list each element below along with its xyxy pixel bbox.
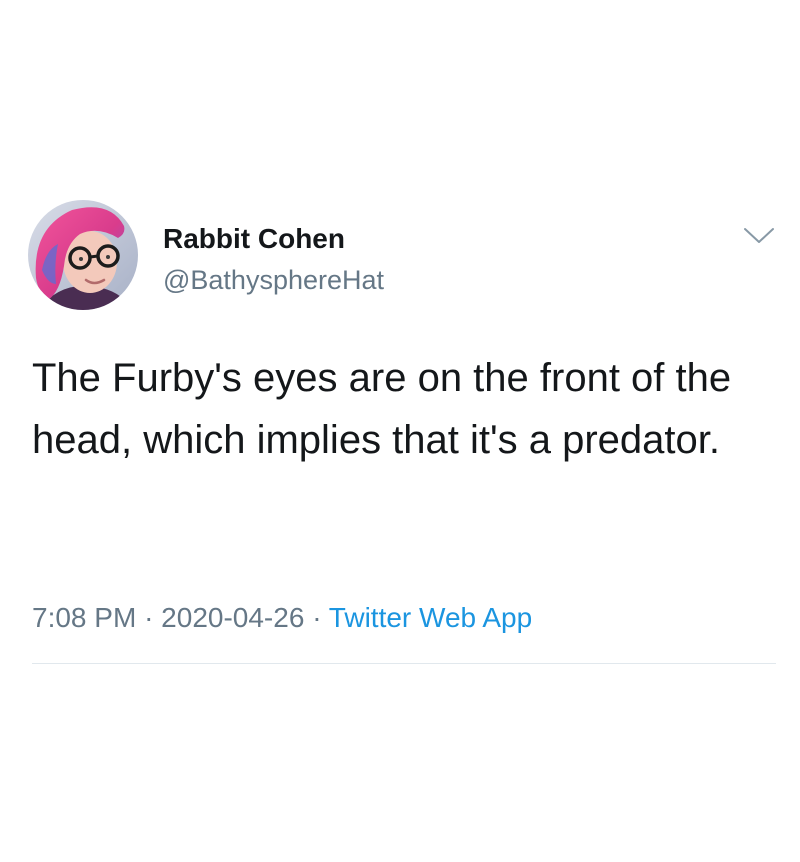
avatar[interactable] (28, 200, 138, 310)
tweet-text: The Furby's eyes are on the front of the… (32, 356, 732, 462)
tweet-card: Rabbit Cohen @BathysphereHat The Furby's… (0, 0, 800, 862)
chevron-down-icon (744, 228, 774, 243)
divider (32, 663, 776, 664)
author-handle[interactable]: @BathysphereHat (163, 263, 384, 297)
meta-separator: · (144, 602, 154, 633)
tweet-source-link[interactable]: Twitter Web App (329, 602, 532, 633)
avatar-image (28, 200, 138, 310)
author-display-name[interactable]: Rabbit Cohen (163, 222, 345, 256)
tweet-menu-button[interactable] (742, 224, 776, 248)
meta-separator: · (312, 602, 322, 633)
tweet-date[interactable]: 2020-04-26 (161, 602, 304, 633)
tweet-time[interactable]: 7:08 PM (32, 602, 136, 633)
tweet-meta: 7:08 PM · 2020-04-26 · Twitter Web App (32, 598, 532, 638)
